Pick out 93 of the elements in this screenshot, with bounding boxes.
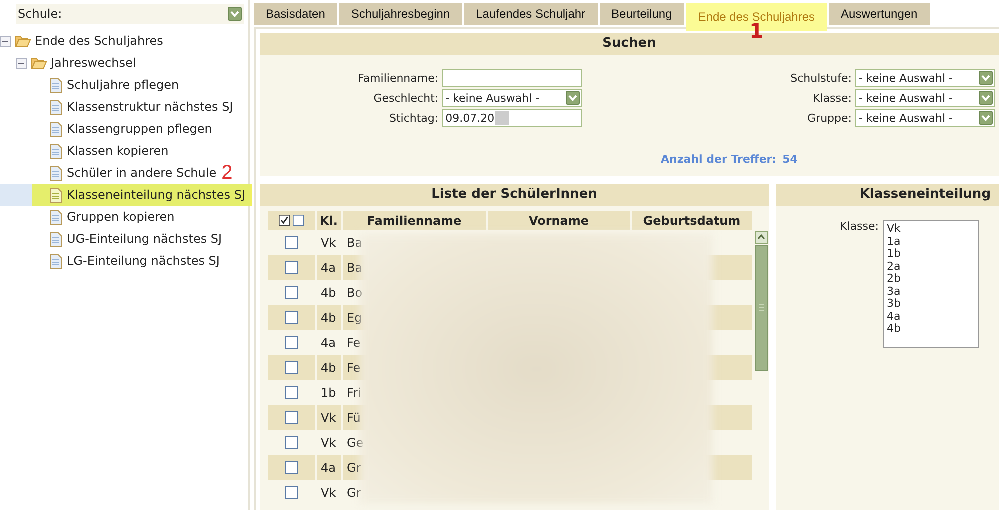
table-cell: 4b (317, 355, 341, 380)
folder-icon (31, 56, 47, 70)
table-cell-text: Fe (346, 334, 362, 352)
panel-title: Klasseneinteilung (776, 184, 999, 206)
document-icon (50, 122, 62, 136)
school-dropdown[interactable]: Schule: (16, 4, 244, 24)
tab[interactable]: Laufendes Schuljahr (464, 3, 598, 25)
dropdown[interactable]: - keine Auswahl - (442, 89, 582, 107)
list-option[interactable]: Vk (887, 223, 975, 236)
tab[interactable]: Beurteilung (600, 3, 684, 25)
tree-item[interactable]: Klassenstruktur nächstes SJ (32, 96, 238, 118)
dropdown[interactable]: - keine Auswahl - (855, 69, 995, 87)
table-cell-text: Ge (346, 434, 365, 452)
list-option[interactable]: 2b (887, 273, 975, 286)
table-cell-text: 4b (320, 284, 338, 302)
scrollbar[interactable] (755, 231, 768, 371)
list-option[interactable]: 3a (887, 286, 975, 298)
checkbox[interactable] (285, 386, 298, 399)
column-header: Familienname (343, 211, 486, 230)
tree-item[interactable]: Klassen kopieren (32, 140, 232, 162)
table-cell-text: Ba (346, 234, 364, 252)
document-icon (50, 78, 62, 92)
annotation-number: 2 (222, 164, 233, 182)
collapse-icon[interactable] (0, 36, 11, 46)
checkbox[interactable] (285, 461, 298, 474)
table-cell-text: Vk (320, 434, 338, 452)
table-cell-text: Bo (346, 284, 364, 302)
hit-count-label: Anzahl der Treffer: (661, 153, 777, 166)
tab[interactable]: Schuljahresbeginn (339, 3, 462, 25)
column-header: Vorname (488, 211, 630, 230)
panel-title: Liste der SchülerInnen (260, 184, 769, 206)
list-option[interactable]: 4a (887, 310, 975, 323)
document-icon (50, 232, 62, 246)
table-cell: 4a (317, 455, 341, 480)
tree-folder-label[interactable]: Jahreswechsel (51, 56, 136, 70)
field-label: Klasse: (840, 220, 879, 235)
checkbox[interactable] (285, 286, 298, 299)
table-cell-text: 1b (320, 384, 338, 402)
column-header: Geburtsdatum (632, 211, 752, 230)
checkbox[interactable] (285, 311, 298, 324)
input-field[interactable] (442, 69, 582, 87)
list-option[interactable]: 4b (887, 323, 975, 336)
document-icon (50, 144, 62, 158)
table-cell-text: Gr (346, 484, 362, 502)
tree-item[interactable]: Klasseneinteilung nächstes SJ (32, 184, 252, 206)
field-label: Schulstufe: (790, 72, 852, 84)
document-icon (50, 210, 62, 224)
tree-item[interactable]: LG-Einteilung nächstes SJ (32, 250, 232, 272)
input-field[interactable]: 09.07.20 (442, 109, 582, 127)
list-option[interactable]: 2a (887, 260, 975, 273)
field-label: Geschlecht: (372, 92, 439, 104)
document-icon (50, 166, 62, 180)
hit-count: 54 (782, 153, 798, 166)
table-cell: 4a (317, 255, 341, 280)
tree-item[interactable]: Klassengruppen pflegen (32, 118, 232, 140)
list-option[interactable]: 3b (887, 298, 975, 310)
table-cell-text: Vk (320, 234, 338, 252)
list-option[interactable]: 1a (887, 236, 975, 248)
tab[interactable]: Auswertungen (829, 3, 930, 25)
class-listbox[interactable]: Vk 1a 1b 2a 2b 3a 3b 4a 4b (883, 220, 979, 348)
checkbox[interactable] (285, 436, 298, 449)
checkbox[interactable] (285, 486, 298, 499)
collapse-icon[interactable] (16, 58, 27, 68)
tree-item[interactable]: Schuljahre pflegen (32, 74, 232, 96)
dropdown[interactable]: - keine Auswahl - (855, 89, 995, 107)
checkbox[interactable] (285, 411, 298, 424)
dropdown[interactable]: - keine Auswahl - (855, 109, 995, 127)
table-cell-text: Fri (346, 384, 362, 402)
checkbox[interactable] (279, 215, 290, 226)
column-header: Kl. (317, 211, 341, 230)
tree-item[interactable]: Schüler in andere Schule 2 (32, 162, 237, 184)
field-label: Familienname: (358, 72, 439, 84)
tree-folder-label[interactable]: Ende des Schuljahres (35, 34, 164, 48)
tab[interactable]: Basisdaten (254, 3, 338, 25)
field-label: Stichtag: (388, 112, 439, 124)
tree-item[interactable]: Gruppen kopieren (32, 206, 232, 228)
document-icon (50, 100, 62, 114)
folder-icon (15, 34, 31, 48)
checkbox[interactable] (285, 336, 298, 349)
checkbox[interactable] (293, 215, 304, 226)
table-cell-text: 4a (320, 334, 337, 352)
table-cell: Vk (317, 405, 341, 430)
document-icon (50, 188, 62, 202)
checkbox[interactable] (285, 361, 298, 374)
checkbox[interactable] (285, 261, 298, 274)
checkbox[interactable] (285, 236, 298, 249)
table-cell: 4b (317, 305, 341, 330)
field-label: Klasse: (812, 92, 852, 104)
table-cell-text: Vk (320, 484, 338, 502)
document-icon (50, 254, 62, 268)
tree-item[interactable]: UG-Einteilung nächstes SJ (32, 228, 232, 250)
field-label: Gruppe: (806, 112, 852, 124)
list-option[interactable]: 1b (887, 248, 975, 260)
